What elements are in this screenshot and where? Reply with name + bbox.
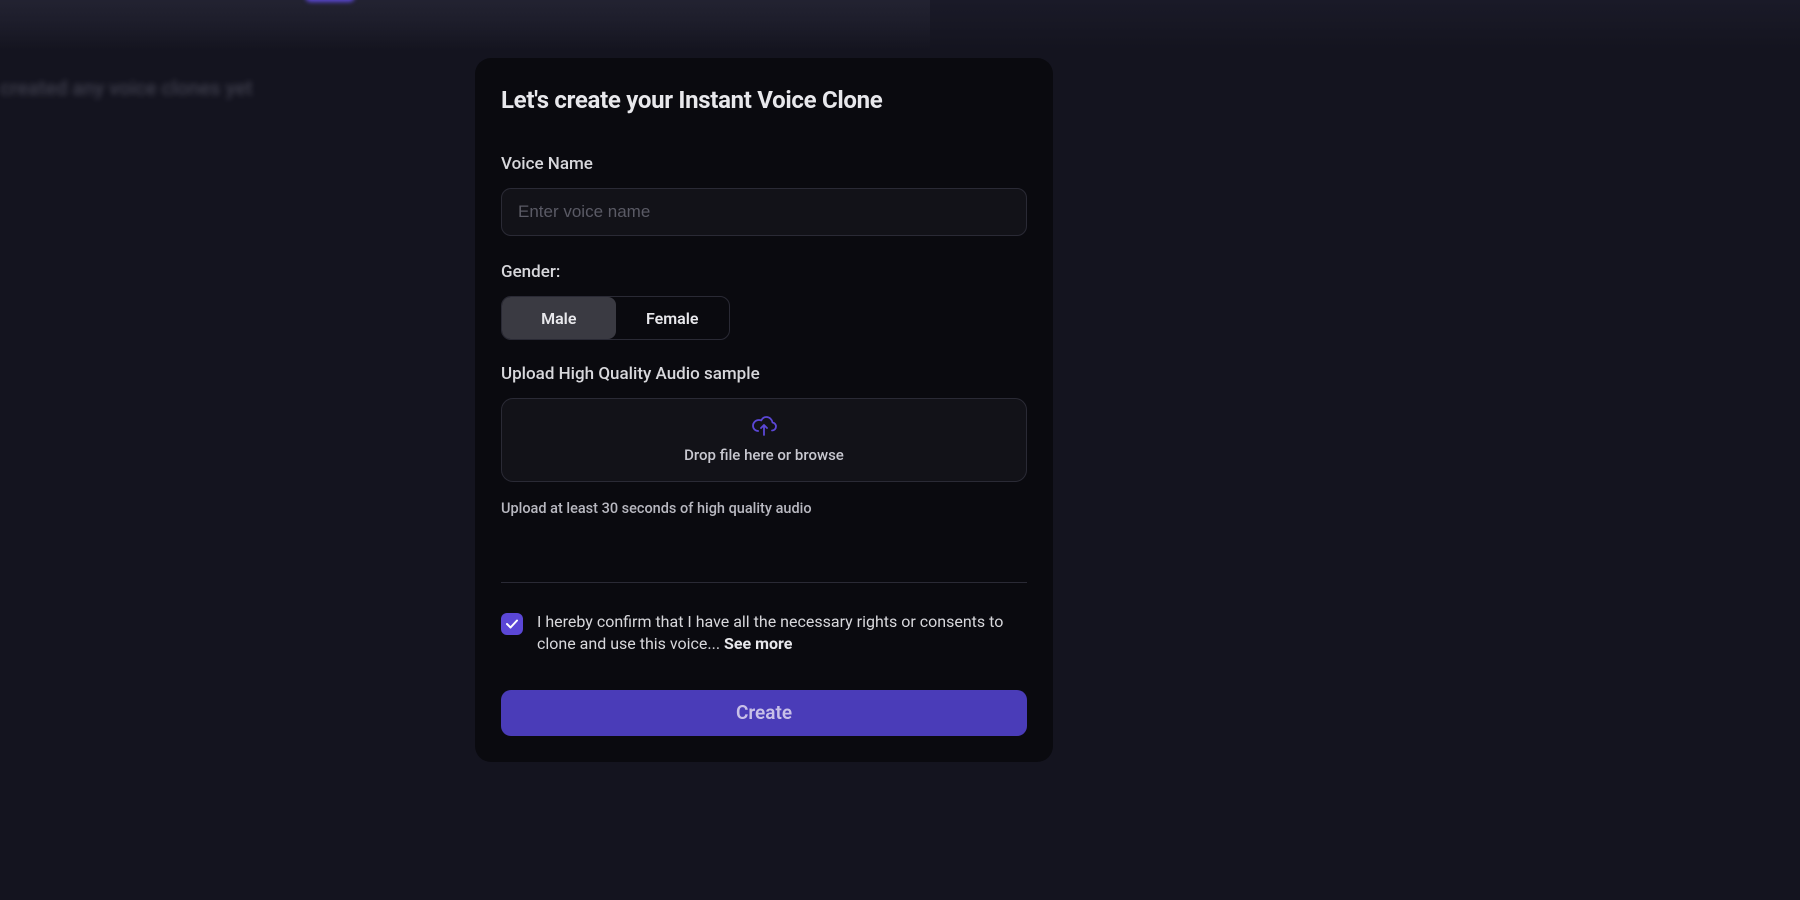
voice-name-input[interactable]: [501, 188, 1027, 236]
gender-toggle-group: Male Female: [501, 296, 730, 340]
background-blurred-text: created any voice clones yet: [0, 76, 253, 100]
voice-name-label: Voice Name: [501, 154, 1027, 174]
background-gradient: [0, 0, 930, 50]
cloud-upload-icon: [750, 416, 778, 438]
consent-checkbox[interactable]: [501, 613, 523, 635]
voice-clone-modal: Let's create your Instant Voice Clone Vo…: [475, 58, 1053, 762]
dropzone-text: Drop file here or browse: [684, 446, 844, 464]
upload-label: Upload High Quality Audio sample: [501, 364, 1027, 384]
gender-male-button[interactable]: Male: [502, 297, 616, 339]
see-more-link[interactable]: See more: [724, 634, 792, 653]
upload-hint: Upload at least 30 seconds of high quali…: [501, 500, 1027, 517]
background-accent-pill: [305, 0, 355, 2]
modal-title: Let's create your Instant Voice Clone: [501, 86, 1027, 114]
create-button[interactable]: Create: [501, 690, 1027, 736]
checkmark-icon: [506, 619, 518, 629]
divider: [501, 582, 1027, 583]
gender-label: Gender:: [501, 262, 1027, 282]
audio-dropzone[interactable]: Drop file here or browse: [501, 398, 1027, 482]
consent-text-wrapper: I hereby confirm that I have all the nec…: [537, 611, 1027, 656]
gender-female-button[interactable]: Female: [616, 297, 730, 339]
consent-row: I hereby confirm that I have all the nec…: [501, 611, 1027, 656]
